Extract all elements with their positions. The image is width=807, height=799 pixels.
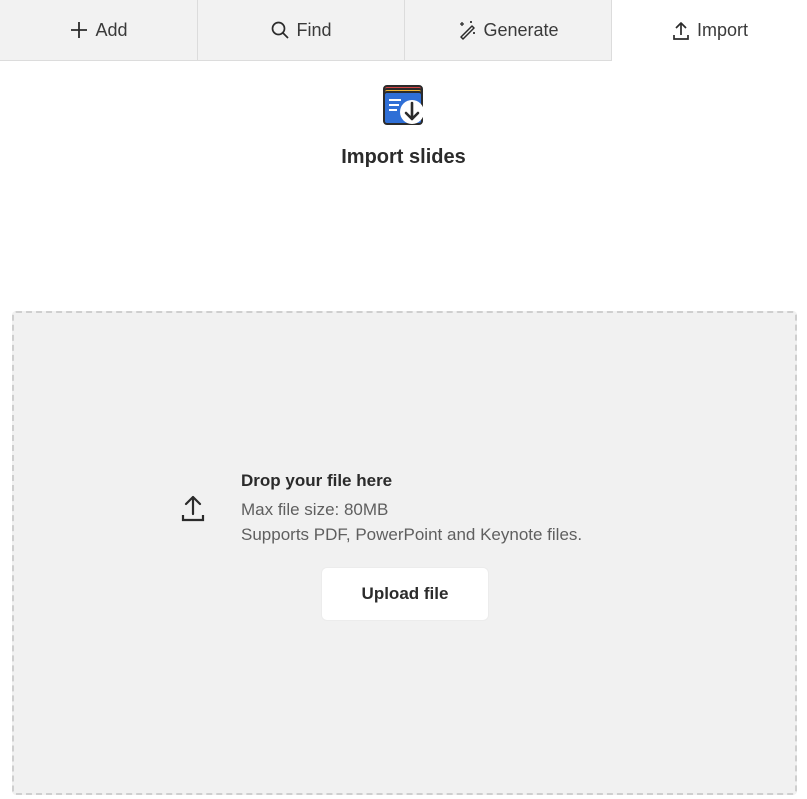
tab-import-label: Import	[696, 20, 748, 40]
page-title: Import slides	[341, 146, 466, 168]
tab-import[interactable]: Import	[612, 0, 807, 61]
search-icon	[270, 20, 290, 40]
tab-find-label: Find	[296, 19, 332, 40]
dropzone-text: Drop your file here Max file size: 80MB …	[241, 469, 582, 547]
supported-formats: Supports PDF, PowerPoint and Keynote fil…	[241, 525, 583, 544]
upload-icon	[671, 21, 691, 41]
tab-generate-label: Generate	[483, 19, 559, 40]
tab-add-label: Add	[95, 19, 128, 40]
upload-icon	[179, 493, 207, 523]
max-file-size: Max file size: 80MB	[241, 500, 389, 519]
file-dropzone[interactable]: Drop your file here Max file size: 80MB …	[12, 311, 797, 795]
tab-add[interactable]: Add	[0, 0, 198, 61]
magic-wand-icon	[457, 20, 477, 40]
import-slides-icon	[381, 82, 427, 128]
plus-icon	[69, 20, 89, 40]
upload-file-button[interactable]: Upload file	[321, 567, 489, 621]
tab-generate[interactable]: Generate	[405, 0, 612, 61]
tab-bar: Add Find Generate Import	[0, 0, 807, 61]
dropzone-title: Drop your file here	[241, 471, 393, 490]
tab-find[interactable]: Find	[198, 0, 405, 61]
